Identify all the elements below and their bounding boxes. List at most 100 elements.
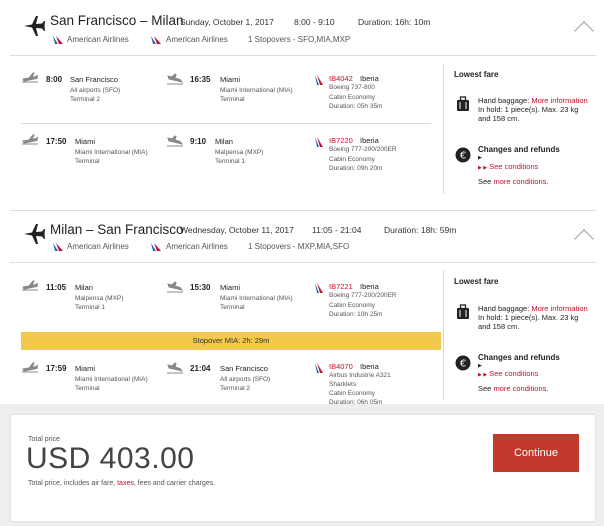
arrival-city: Miami — [220, 283, 240, 292]
arrival-time: 15:30 — [190, 283, 211, 292]
departure-time: 11:05 — [46, 283, 67, 292]
see-label: See — [478, 384, 492, 393]
continue-button[interactable]: Continue — [493, 434, 579, 472]
more-conditions-link[interactable]: more conditions. — [493, 384, 548, 393]
plane-icon — [24, 16, 45, 36]
aa-logo-icon — [53, 243, 63, 251]
departure-time: 17:50 — [46, 137, 67, 146]
outbound-airline-2: American Airlines — [166, 35, 228, 44]
inbound-date: Wednesday, October 11, 2017 — [180, 225, 294, 235]
arrival-city: Miami — [220, 75, 240, 84]
departure-airport: All airports (SFO) — [70, 87, 121, 94]
total-price: USD 403.00 — [26, 442, 195, 475]
flight-code-link[interactable]: IB7220 — [329, 136, 353, 145]
leg-duration: Duration: 10h 25m — [329, 311, 383, 318]
see-conditions-link[interactable]: ▶ ▶ See conditions — [478, 369, 538, 378]
departure-airport: Malpensa (MXP) — [75, 295, 124, 302]
outbound-title: San Francisco – Milan — [50, 13, 184, 28]
aircraft: Boeing 737-800 — [329, 84, 375, 91]
luggage-icon — [457, 304, 469, 319]
outbound-time: 8:00 - 9:10 — [294, 17, 335, 27]
departure-city: San Francisco — [70, 75, 118, 84]
fare-divider — [443, 270, 444, 400]
leg-duration: Duration: 09h 20m — [329, 165, 383, 172]
inbound-stops: 1 Stopovers - MXP,MIA,SFO — [248, 242, 350, 251]
iberia-logo-icon — [315, 75, 323, 85]
baggage-info: Hand baggage: More information In hold: … — [478, 304, 588, 331]
aircraft: Boeing 777-200/200ER — [329, 146, 397, 153]
baggage-label: Hand baggage: — [478, 96, 530, 105]
baggage-label: Hand baggage: — [478, 304, 530, 313]
svg-text:€: € — [460, 359, 466, 370]
arrival-airport: Malpensa (MXP) — [215, 149, 264, 156]
arrival-terminal: Terminal — [220, 304, 245, 311]
departure-terminal: Terminal — [75, 158, 100, 165]
iberia-logo-icon — [315, 363, 323, 373]
euro-icon: € — [455, 147, 471, 163]
arrival-airport: All airports (SFO) — [220, 376, 271, 383]
more-conditions-link[interactable]: more conditions. — [493, 177, 548, 186]
section-divider — [10, 210, 596, 211]
total-note: Total price, includes air fare, taxes, f… — [28, 480, 215, 487]
flight-code-link[interactable]: IB4070 — [329, 362, 353, 371]
arrival-city: Milan — [215, 137, 233, 146]
more-conditions: See more conditions. — [478, 384, 548, 393]
arrival-time: 16:35 — [190, 75, 211, 84]
divider — [10, 262, 596, 263]
chevron-up-icon[interactable] — [574, 21, 594, 41]
departure-time: 8:00 — [46, 75, 63, 84]
more-information-link[interactable]: More information — [531, 96, 587, 105]
operating-airline: Iberia — [360, 282, 379, 291]
changes-title: Changes and refunds — [478, 145, 560, 154]
flight-code-link[interactable]: IB4042 — [329, 74, 353, 83]
arrival-terminal: Terminal 2 — [220, 385, 250, 392]
see-conditions-link[interactable]: ▶ ▶ See conditions — [478, 162, 538, 171]
inbound-time: 11:05 - 21:04 — [312, 225, 362, 235]
cabin-class: Cabin Economy — [329, 390, 375, 397]
chevron-up-icon[interactable] — [574, 229, 594, 249]
cabin-class: Cabin Economy — [329, 156, 375, 163]
aa-logo-icon — [151, 36, 161, 44]
operating-airline: Iberia — [360, 136, 379, 145]
svg-text:€: € — [460, 151, 466, 162]
aircraft: Boeing 777-200/200ER — [329, 292, 397, 299]
fare-title: Lowest fare — [454, 277, 499, 286]
see-conditions-label[interactable]: See conditions — [489, 369, 538, 378]
takeoff-icon — [22, 134, 39, 145]
changes-title: Changes and refunds — [478, 353, 560, 362]
flight-code-link[interactable]: IB7221 — [329, 282, 353, 291]
departure-city: Milan — [75, 283, 93, 292]
arrival-time: 21:04 — [190, 364, 211, 373]
divider — [10, 55, 596, 56]
arrival-time: 9:10 — [190, 137, 207, 146]
arrival-city: San Francisco — [220, 364, 268, 373]
taxes-link[interactable]: taxes — [117, 480, 134, 487]
takeoff-icon — [22, 72, 39, 83]
baggage-detail: In hold: 1 piece(s). Max. 23 kg and 158 … — [478, 313, 579, 331]
fare-title: Lowest fare — [454, 70, 499, 79]
arrival-airport: Miami International (MIA) — [220, 87, 293, 94]
cabin-class: Cabin Economy — [329, 94, 375, 101]
total-note-start: Total price, includes air fare, — [28, 480, 116, 487]
aa-logo-icon — [151, 243, 161, 251]
stopover-banner: Stopover MIA: 2h: 29m — [21, 332, 441, 350]
outbound-duration: Duration: 16h: 10m — [358, 17, 431, 27]
expand-arrow[interactable]: ▶ — [478, 155, 482, 161]
plane-icon — [24, 224, 45, 244]
outbound-stops: 1 Stopovers - SFO,MIA,MXP — [248, 35, 351, 44]
iberia-logo-icon — [315, 283, 323, 293]
landing-icon — [167, 362, 184, 374]
departure-city: Miami — [75, 137, 95, 146]
landing-icon — [167, 135, 184, 147]
departure-airport: Miami International (MIA) — [75, 149, 148, 156]
see-conditions-label[interactable]: See conditions — [489, 162, 538, 171]
departure-time: 17:59 — [46, 364, 67, 373]
operating-airline: Iberia — [360, 74, 379, 83]
iberia-logo-icon — [315, 137, 323, 147]
takeoff-icon — [22, 280, 39, 291]
outbound-airline-1: American Airlines — [67, 35, 129, 44]
more-information-link[interactable]: More information — [531, 304, 587, 313]
fare-divider — [443, 64, 444, 194]
total-note-end: , fees and carrier charges. — [133, 480, 216, 487]
inbound-airline-2: American Airlines — [166, 242, 228, 251]
